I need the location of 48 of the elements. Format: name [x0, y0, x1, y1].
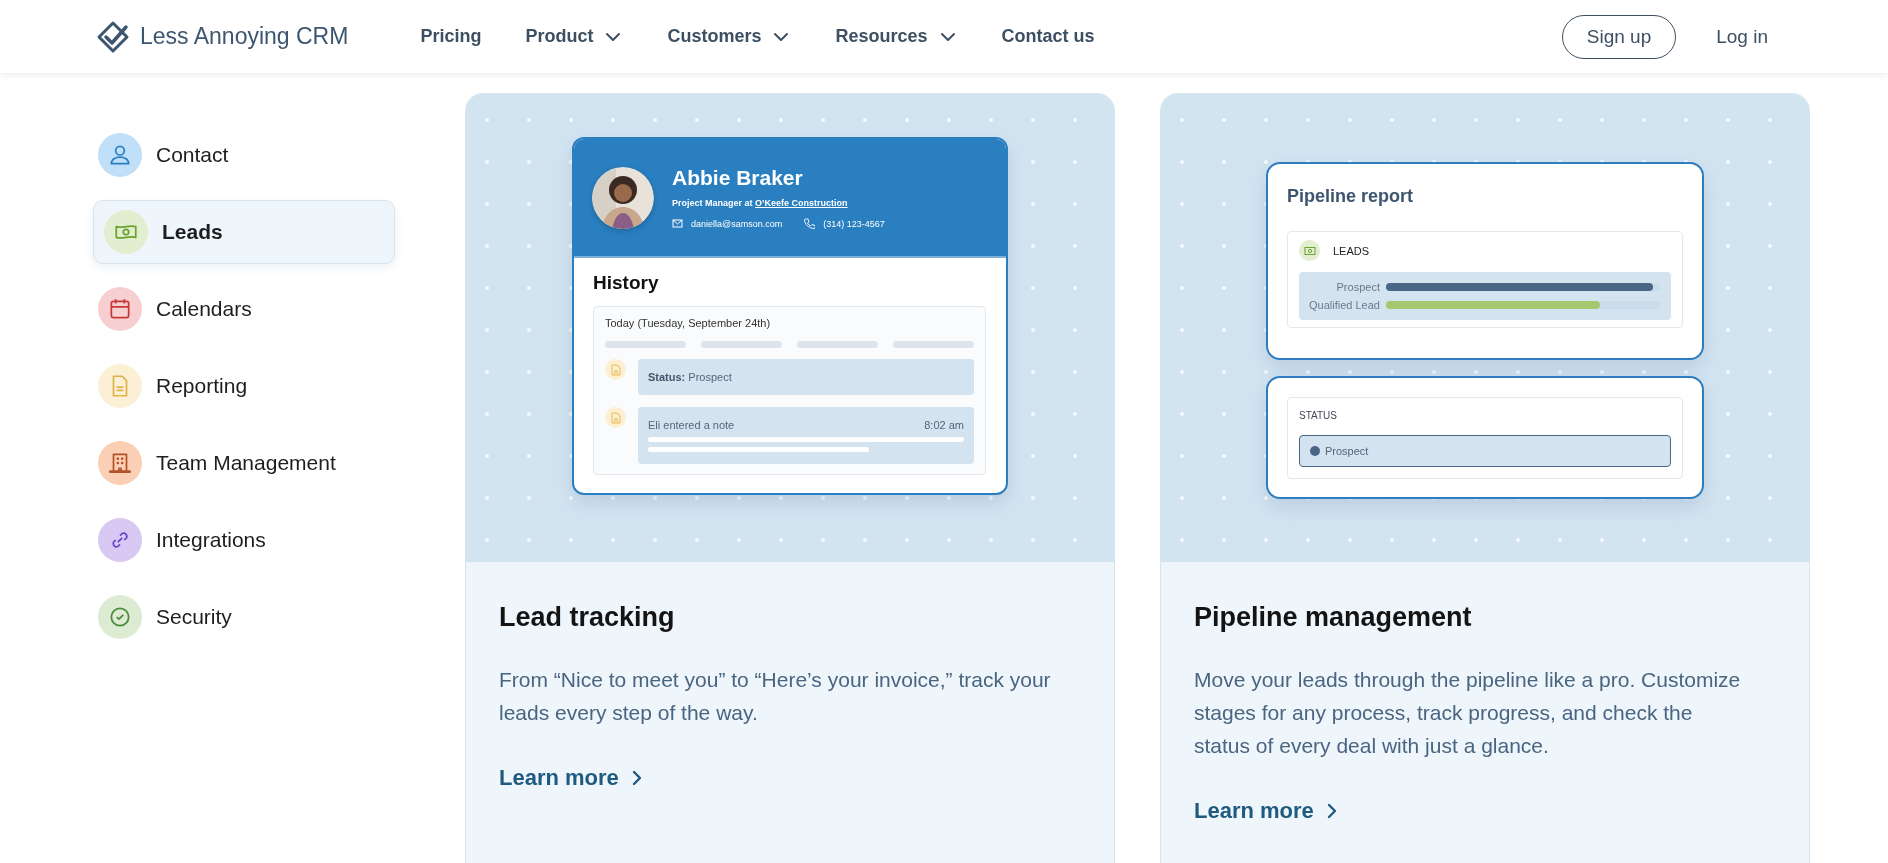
sidebar-item[interactable]: Contact: [93, 123, 395, 187]
logo-icon: [96, 19, 130, 54]
document-icon: [610, 411, 621, 424]
nav-link[interactable]: Product: [525, 26, 624, 47]
sidebar-item[interactable]: Leads: [93, 200, 395, 264]
card-title: Lead tracking: [499, 602, 676, 633]
time-text: 8:02 am: [924, 419, 964, 431]
document-icon: [610, 363, 621, 376]
log-in-link[interactable]: Log in: [1716, 25, 1768, 48]
card-title: Pipeline management: [1194, 602, 1473, 633]
section-label: STATUS: [1299, 410, 1338, 421]
section-label: LEADS: [1333, 244, 1370, 257]
phone-icon: [804, 218, 816, 229]
phone-text: (314) 123-4567: [823, 218, 885, 229]
sidebar-item[interactable]: Integrations: [93, 508, 395, 572]
calendar-icon: [107, 296, 133, 322]
sidebar-item[interactable]: Calendars: [93, 277, 395, 341]
sidebar-item[interactable]: Team Management: [93, 431, 395, 495]
status-dot: [1310, 446, 1320, 456]
nav-link[interactable]: Resources: [835, 26, 958, 47]
job-title: Project Manager at: [672, 198, 753, 208]
bar-label: Prospect: [1335, 281, 1380, 293]
contact-name: Abbie Braker: [672, 166, 804, 190]
history-heading: History: [593, 272, 660, 294]
nav-link[interactable]: Contact us: [1001, 26, 1095, 47]
banknote-drawing: [1303, 245, 1316, 256]
bar-label: Qualified Lead: [1309, 299, 1380, 311]
company-link[interactable]: O’Keefe Construction: [755, 198, 848, 208]
status-text: Status: Prospect: [648, 371, 732, 383]
building-icon: [107, 450, 133, 476]
report-title: Pipeline report: [1287, 186, 1415, 207]
sidebar-item[interactable]: Reporting: [93, 354, 395, 418]
card-description: Move your leads through the pipeline like a pro. Customize stages for any process, track progress, and check the status of every deal with just a glance.: [1194, 667, 1742, 759]
note-text: Eli entered a note: [648, 419, 735, 431]
date-label: Today (Tuesday, September 24th): [605, 317, 772, 329]
chevron-right-icon: [1325, 803, 1338, 819]
nav-link[interactable]: Customers: [667, 26, 792, 47]
nav-link[interactable]: Pricing: [420, 26, 482, 47]
learn-more-link[interactable]: Learn more: [1194, 798, 1338, 824]
card-description: From “Nice to meet you” to “Here’s your invoice,” track your leads every step of the way.: [499, 667, 1052, 726]
sidebar-item[interactable]: Security: [93, 585, 395, 649]
sign-up-button[interactable]: Sign up: [1561, 14, 1677, 59]
email-text: daniella@samson.com: [691, 218, 783, 229]
logo-text[interactable]: Less Annoying CRM: [140, 23, 349, 50]
learn-more-link[interactable]: Learn more: [499, 765, 643, 791]
mail-icon: [672, 218, 683, 229]
status-field[interactable]: Prospect: [1299, 435, 1671, 467]
chevron-right-icon: [630, 770, 643, 786]
